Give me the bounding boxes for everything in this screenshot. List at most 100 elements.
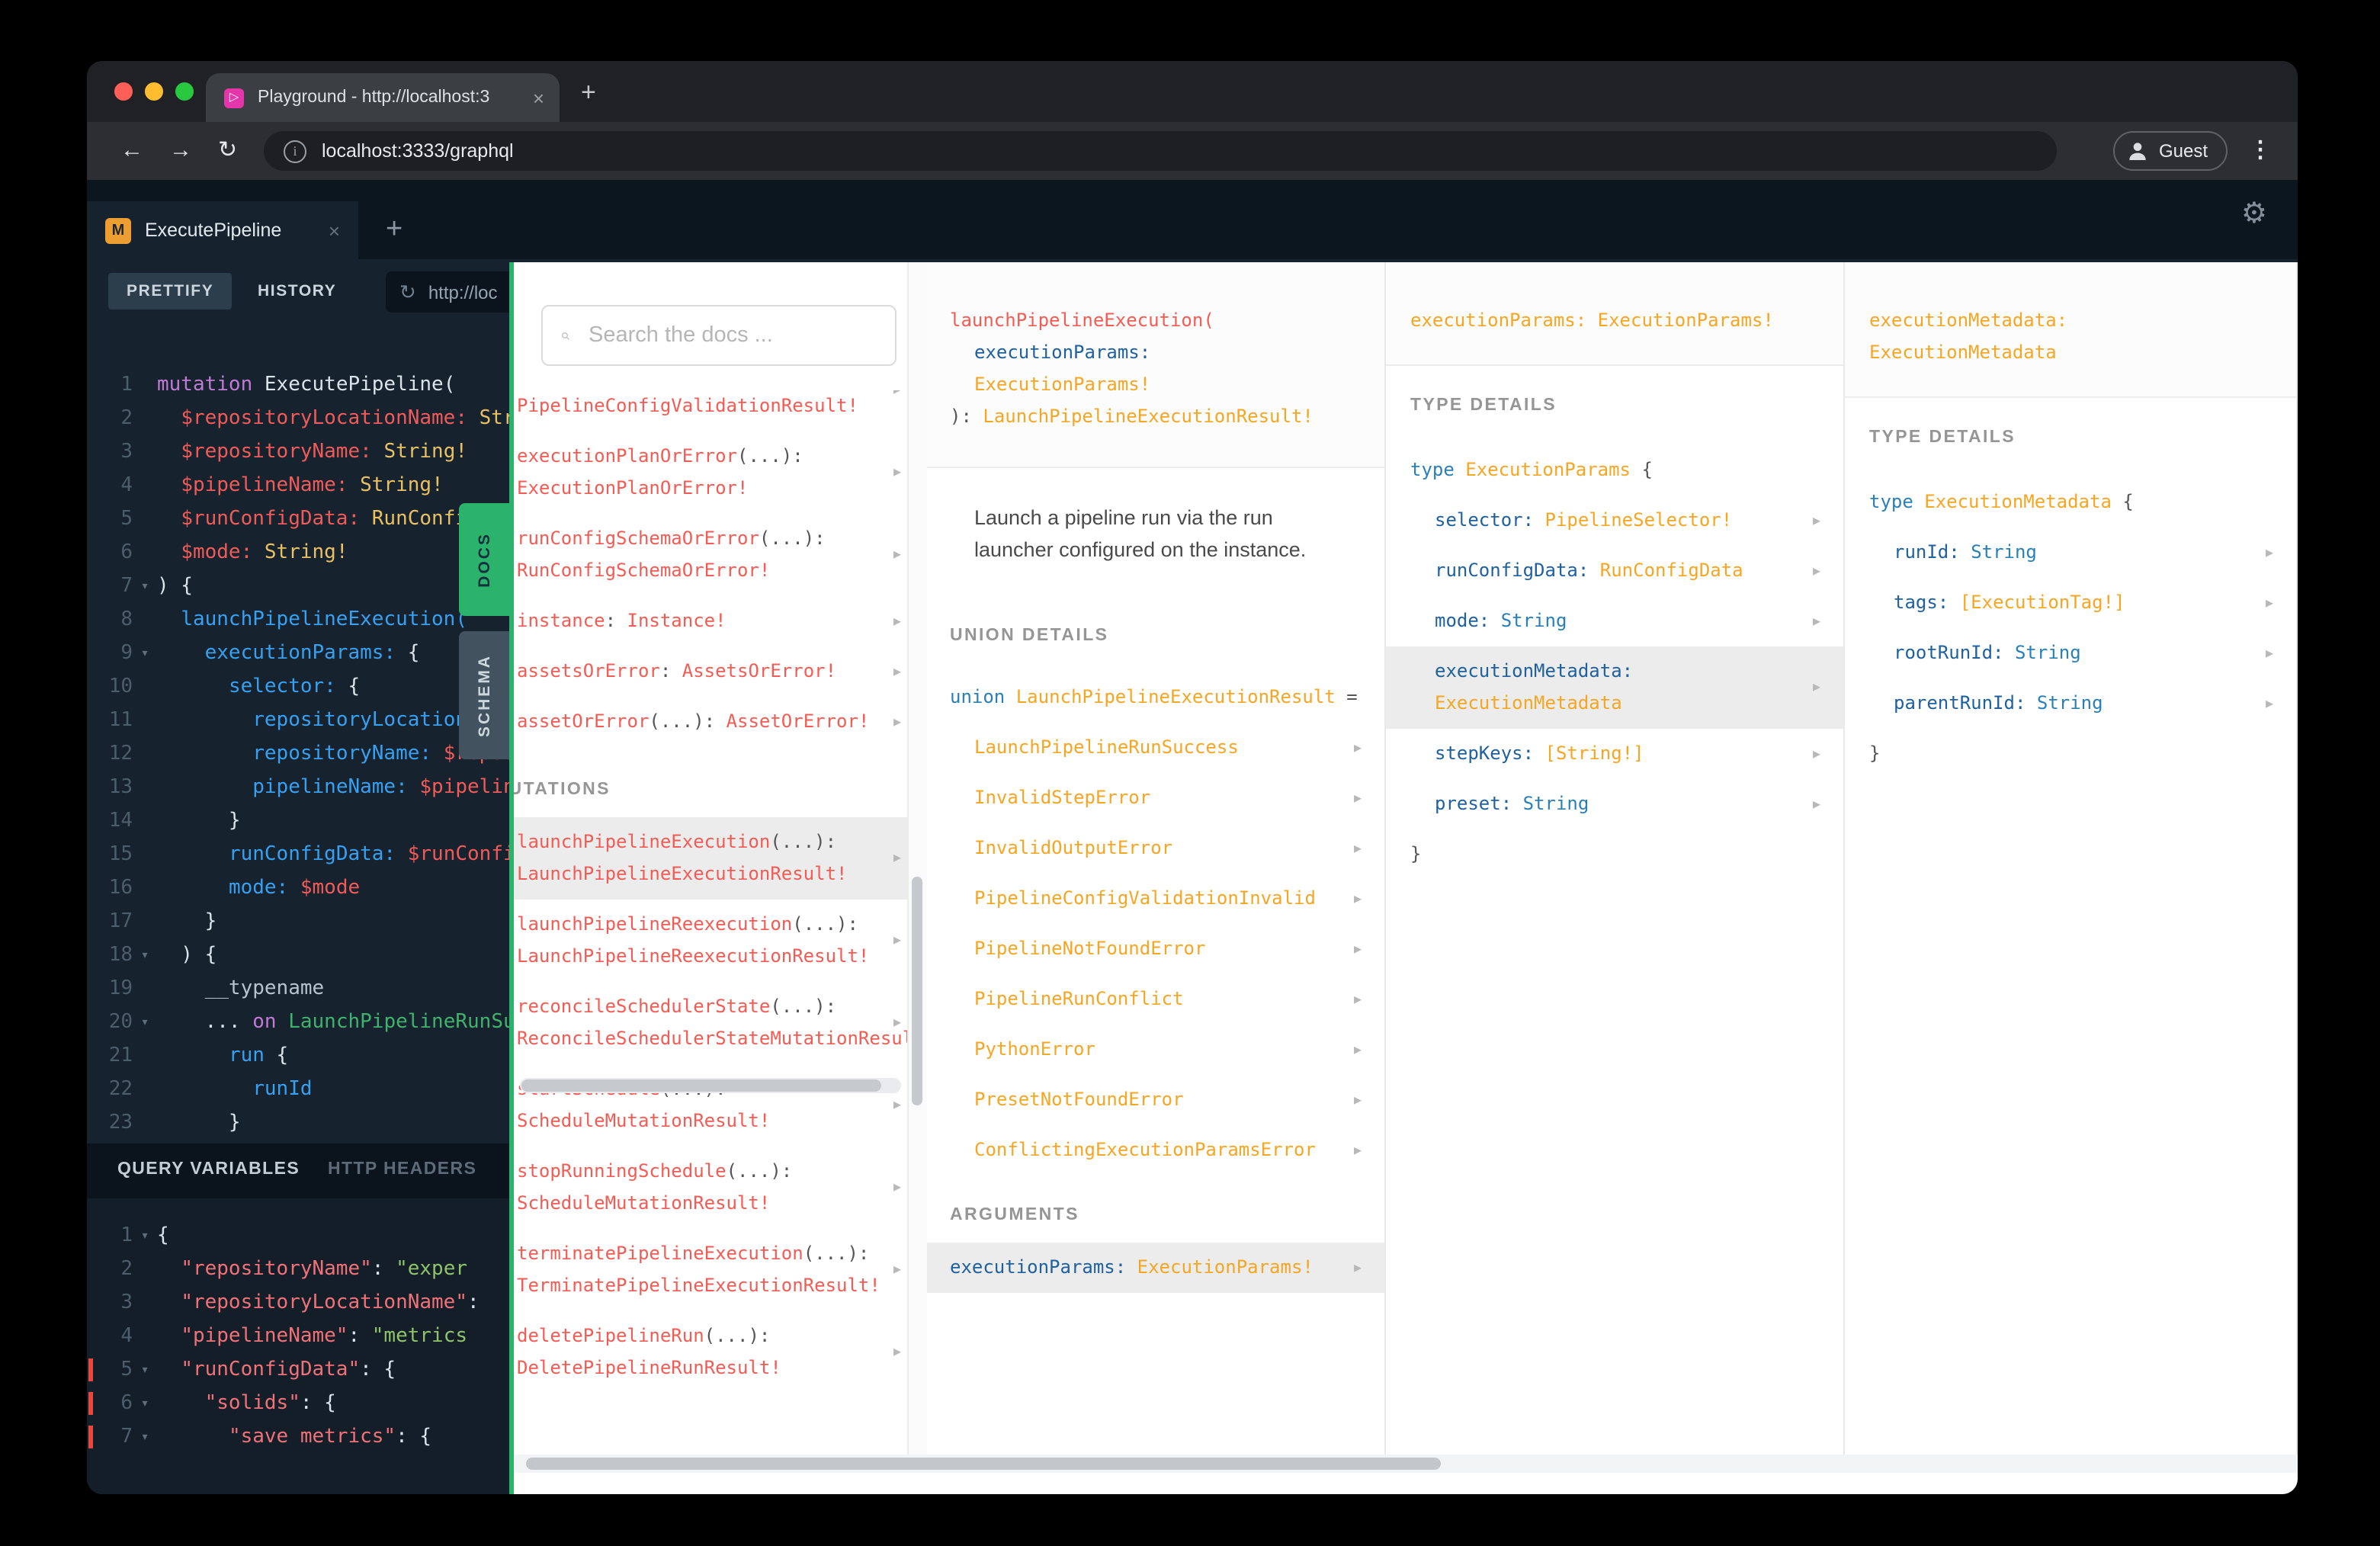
doc-list-item[interactable]: PresetNotFoundError ▸ [925,1075,1384,1125]
code-line[interactable]: 7 ▾) { [87,570,514,604]
doc-list-item[interactable]: PipelineConfigValidationInvalid ▸ [925,874,1384,924]
doc-list-item[interactable]: executionMetadata: ExecutionMetadata ▸ [1386,646,1843,729]
doc-list-item[interactable]: executionParams: ExecutionParams! ▸ [925,1243,1384,1293]
forward-button[interactable]: → [169,137,192,165]
code-line[interactable]: 3 "repositoryLocationName": [87,1287,514,1320]
close-playground-tab-icon[interactable]: × [329,219,340,242]
doc-list-item[interactable]: InvalidStepError ▸ [925,773,1384,823]
fold-arrow-icon[interactable]: ▾ [133,570,157,604]
schema-side-tab[interactable]: SCHEMA [459,631,509,759]
scrollbar-thumb[interactable] [521,1079,881,1092]
fold-arrow-icon[interactable]: ▾ [133,1421,157,1455]
doc-list-item[interactable]: PipelineNotFoundError ▸ [925,924,1384,974]
fold-arrow-icon[interactable]: ▾ [133,1006,157,1040]
code-line[interactable]: 19 __typename [87,973,514,1006]
tab-http-headers[interactable]: HTTP HEADERS [328,1160,476,1179]
code-line[interactable]: 1 mutation ExecutePipeline( [87,369,514,403]
query-code[interactable]: 1 mutation ExecutePipeline(2 $repositoryL… [87,369,514,1140]
fold-arrow-icon[interactable]: ▾ [133,1354,157,1387]
doc-list-item[interactable]: tags: [ExecutionTag!] ▸ [1845,578,2296,628]
doc-list-item[interactable]: deletePipelineRun(...): DeletePipelineRu… [514,1311,924,1394]
docs-vertical-scrollbar[interactable] [907,262,927,1455]
doc-list-item[interactable]: assetsOrError: AssetsOrError! ▸ [514,646,924,697]
docs-bottom-scrollbar[interactable] [514,1455,2298,1473]
code-line[interactable]: 2 $repositoryLocationName: String! [87,403,514,436]
code-line[interactable]: 21 run { [87,1040,514,1073]
code-line[interactable]: 6 $mode: String! [87,537,514,570]
code-line[interactable]: 16 mode: $mode [87,872,514,906]
code-line[interactable]: 10 selector: { [87,671,514,704]
browser-menu-button[interactable]: ⋮ [2249,136,2272,163]
playground-tab[interactable]: M ExecutePipeline × [87,201,358,259]
doc-list-item[interactable]: rootRunId: String ▸ [1845,628,2296,678]
code-line[interactable]: 4 $pipelineName: String! [87,470,514,503]
profile-button[interactable]: Guest [2112,131,2228,171]
code-line[interactable]: 20▾ ... on LaunchPipelineRunSuccess { [87,1006,514,1040]
code-line[interactable]: 18 ▾ ) { [87,939,514,973]
doc-list-item[interactable]: reconcileSchedulerState(...): ReconcileS… [514,982,924,1064]
doc-list-item[interactable]: PipelineRunConflict ▸ [925,974,1384,1025]
code-line[interactable]: 3 $repositoryName: String! [87,436,514,470]
doc-list-item[interactable]: terminatePipelineExecution(...): Termina… [514,1229,924,1311]
doc-list-item[interactable]: ConflictingExecutionParamsError ▸ [925,1125,1384,1176]
query-variables-editor[interactable]: 1 ▾{2 "repositoryName": "exper 3 "reposito… [87,1198,514,1494]
code-line[interactable]: 1 ▾{ [87,1220,514,1253]
doc-list-item[interactable]: preset: String ▸ [1386,779,1843,829]
doc-list-item[interactable]: LaunchPipelineRunSuccess ▸ [925,723,1384,773]
close-window-button[interactable] [114,82,133,101]
doc-list-item[interactable]: selector: PipelineSelector! ▸ [1386,496,1843,546]
close-tab-icon[interactable]: × [533,86,544,109]
doc-list-item[interactable]: PythonError ▸ [925,1025,1384,1075]
maximize-window-button[interactable] [175,82,194,101]
fold-arrow-icon[interactable]: ▾ [133,637,157,671]
fold-arrow-icon[interactable]: ▾ [133,1387,157,1421]
refresh-schema-icon[interactable]: ↻ [399,280,416,304]
code-line[interactable]: 8 launchPipelineExecution( [87,604,514,637]
code-line[interactable]: 9 ▾ executionParams: { [87,637,514,671]
reload-button[interactable]: ↻ [218,137,237,165]
doc-list-item[interactable]: runId: String ▸ [1845,528,2296,578]
doc-list-item[interactable]: launchPipelineReexecution(...): LaunchPi… [514,900,924,982]
tab-query-variables[interactable]: QUERY VARIABLES [117,1160,300,1179]
scrollbar-thumb[interactable] [912,877,922,1105]
fold-arrow-icon[interactable]: ▾ [133,939,157,973]
code-line[interactable]: 5 ▾ "runConfigData": { [87,1354,514,1387]
doc-list-item[interactable]: startSchedule(...): ScheduleMutationResu… [514,1064,924,1147]
code-line[interactable]: 11 repositoryLocationName: $repositoryLo… [87,704,514,738]
new-tab-button[interactable]: + [581,78,596,108]
history-button[interactable]: HISTORY [258,273,336,310]
doc-list-item[interactable]: assetOrError(...): AssetOrError! ▸ [514,697,924,747]
docs-search-box[interactable] [541,305,897,366]
code-line[interactable]: 6 ▾ "solids": { [87,1387,514,1421]
prettify-button[interactable]: PRETTIFY [108,273,233,310]
doc-list-item[interactable]: stepKeys: [String!] ▸ [1386,729,1843,779]
scrollbar-thumb[interactable] [526,1458,1441,1470]
doc-list-item[interactable]: executionPlanOrError(...): ExecutionPlan… [514,431,924,514]
doc-list-item[interactable]: runConfigSchemaOrError(...): RunConfigSc… [514,514,924,596]
docs-search-input[interactable] [585,322,877,349]
code-line[interactable]: 14 } [87,805,514,839]
code-line[interactable]: 4 "pipelineName": "metrics [87,1320,514,1354]
fold-arrow-icon[interactable]: ▾ [133,1220,157,1253]
code-line[interactable]: 7 ▾ "save metrics": { [87,1421,514,1455]
code-line[interactable]: 13 pipelineName: $pipelineName [87,771,514,805]
code-line[interactable]: 12 repositoryName: $repositoryName [87,738,514,771]
minimize-window-button[interactable] [145,82,163,101]
code-line[interactable]: 2 "repositoryName": "exper [87,1253,514,1287]
doc-list-item[interactable]: runConfigData: RunConfigData ▸ [1386,546,1843,596]
address-bar[interactable]: i localhost:3333/graphql [264,131,2057,171]
code-line[interactable]: 22 runId [87,1073,514,1107]
code-line[interactable]: 23 } [87,1107,514,1140]
add-playground-tab-button[interactable]: + [386,213,403,247]
doc-list-item[interactable]: instance: Instance! ▸ [514,596,924,646]
site-info-icon[interactable]: i [284,140,306,162]
doc-list-item[interactable]: parentRunId: String ▸ [1845,678,2296,729]
doc-list-item[interactable]: InvalidOutputError ▸ [925,823,1384,874]
doc-list-item[interactable]: mode: String ▸ [1386,596,1843,646]
doc-list-item[interactable]: stopRunningSchedule(...): ScheduleMutati… [514,1147,924,1229]
code-line[interactable]: 15 runConfigData: $runConfigData [87,839,514,872]
browser-tab[interactable]: ▷ Playground - http://localhost:3 × [206,73,560,122]
variables-code[interactable]: 1 ▾{2 "repositoryName": "exper 3 "reposito… [87,1220,514,1455]
docs-side-tab[interactable]: DOCS [459,503,509,616]
back-button[interactable]: ← [120,137,143,165]
